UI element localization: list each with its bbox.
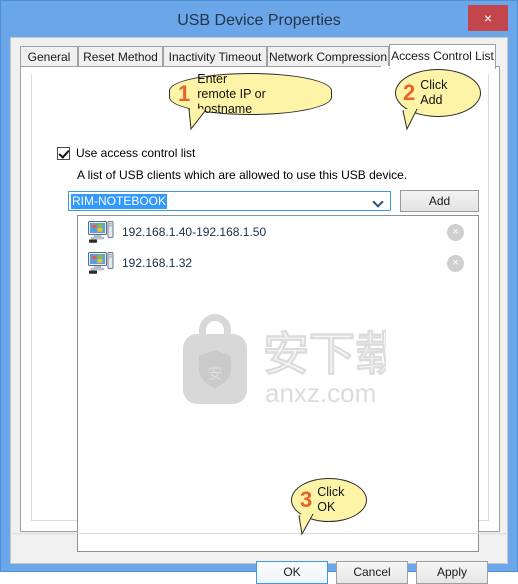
callout-1-number: 1 bbox=[178, 81, 191, 106]
callout-2-text: Click Add bbox=[420, 78, 448, 107]
window-title: USB Device Properties bbox=[177, 12, 341, 29]
callout-3: 3 Click OK bbox=[291, 478, 367, 536]
tab-inactivity-timeout[interactable]: Inactivity Timeout bbox=[163, 46, 267, 67]
computer-icon bbox=[88, 220, 114, 244]
use-access-control-list-checkbox-row[interactable]: Use access control list bbox=[57, 145, 195, 161]
chevron-down-icon[interactable] bbox=[373, 196, 385, 208]
tab-general[interactable]: General bbox=[20, 46, 78, 67]
footer-separator bbox=[12, 533, 508, 534]
callout-3-number: 3 bbox=[300, 487, 313, 512]
close-icon: × bbox=[452, 225, 459, 238]
callout-2: 2 Click Add bbox=[395, 69, 481, 131]
tab-network-compression[interactable]: Network Compression bbox=[267, 46, 389, 67]
tab-strip: General Reset Method Inactivity Timeout … bbox=[20, 44, 500, 69]
apply-button[interactable]: Apply bbox=[416, 561, 488, 584]
cancel-button[interactable]: Cancel bbox=[336, 561, 408, 584]
list-item-label: 192.168.1.40-192.168.1.50 bbox=[122, 224, 267, 239]
host-input-combobox[interactable]: RIM-NOTEBOOK bbox=[68, 191, 391, 211]
ok-button[interactable]: OK bbox=[256, 561, 328, 584]
add-button[interactable]: Add bbox=[400, 190, 479, 212]
callout-1: 1 Enter remote IP or hostname bbox=[169, 71, 332, 131]
callout-1-text: Enter remote IP or hostname bbox=[197, 71, 266, 116]
list-item[interactable]: 192.168.1.32 × bbox=[78, 247, 478, 278]
use-access-control-list-label: Use access control list bbox=[76, 146, 196, 160]
list-item[interactable]: 192.168.1.40-192.168.1.50 × bbox=[78, 216, 478, 247]
usb-device-properties-window: USB Device Properties × General Reset Me… bbox=[0, 0, 518, 584]
callout-1-tail bbox=[188, 107, 206, 131]
callout-2-number: 2 bbox=[403, 80, 416, 105]
host-input-value: RIM-NOTEBOOK bbox=[71, 194, 168, 209]
close-button[interactable]: × bbox=[468, 5, 508, 31]
active-tab-mask bbox=[381, 66, 486, 68]
callout-3-text: Click OK bbox=[317, 485, 345, 514]
acl-description-text: A list of USB clients which are allowed … bbox=[77, 168, 408, 182]
close-icon: × bbox=[452, 256, 459, 269]
close-icon: × bbox=[483, 10, 493, 26]
computer-icon bbox=[88, 251, 114, 275]
access-control-list-page: Use access control list A list of USB cl… bbox=[20, 67, 500, 552]
tab-reset-method[interactable]: Reset Method bbox=[78, 46, 163, 67]
callout-2-tail bbox=[402, 109, 418, 131]
list-item-label: 192.168.1.32 bbox=[122, 255, 193, 270]
use-access-control-list-checkbox[interactable] bbox=[57, 146, 70, 160]
remove-entry-button[interactable]: × bbox=[447, 254, 464, 272]
remove-entry-button[interactable]: × bbox=[447, 223, 464, 241]
title-bar: USB Device Properties × bbox=[1, 1, 517, 41]
access-control-list-box[interactable]: 192.168.1.40-192.168.1.50 × 192.168.1.32… bbox=[77, 215, 479, 552]
callout-3-tail bbox=[298, 514, 314, 536]
